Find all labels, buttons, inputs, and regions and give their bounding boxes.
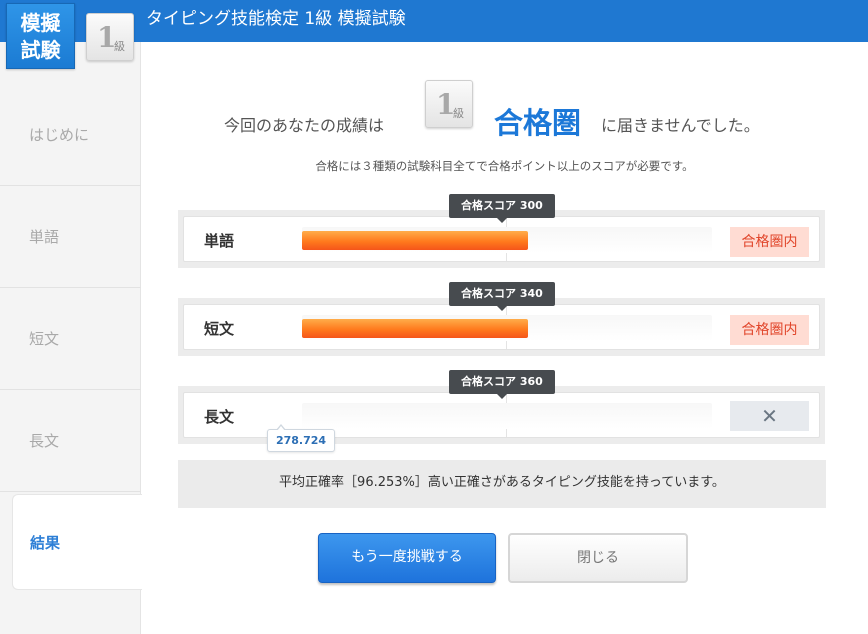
result-suffix: に届きませんでした。 (601, 116, 760, 135)
retry-button[interactable]: もう一度挑戦する (318, 533, 496, 583)
subject-label: 単語 (204, 232, 235, 250)
grade-badge: 1 級 (425, 80, 473, 128)
sidebar-item-short-text[interactable]: 短文 (0, 288, 141, 390)
score-track (302, 315, 712, 341)
result-status: 合格圏 (494, 106, 582, 140)
pass-requirement-note: 合格には３種類の試験科目全てで合格ポイント以上のスコアが必要です。 (315, 159, 694, 173)
pass-score-tooltip: 合格スコア 300 (449, 194, 555, 223)
sidebar-item-result[interactable]: 結果 (12, 494, 142, 590)
accuracy-summary: 平均正確率［96.253%］高い正確さがあるタイピング技能を持っています。 (178, 460, 826, 508)
score-track (302, 227, 712, 253)
close-icon[interactable]: ✕ (730, 401, 809, 431)
close-button[interactable]: 閉じる (508, 533, 688, 583)
sidebar-item-words[interactable]: 単語 (0, 186, 141, 288)
page-title: タイピング技能検定 1級 模擬試験 (146, 9, 406, 29)
subject-label: 短文 (204, 320, 235, 338)
result-prefix: 今回のあなたの成績は (224, 116, 385, 135)
pass-score-tooltip: 合格スコア 360 (449, 370, 555, 399)
subject-label: 長文 (204, 408, 235, 426)
user-score-tooltip: 278.724 (267, 424, 335, 452)
status-badge: 合格圏内 (730, 315, 809, 345)
grade-badge-header: 1 級 (86, 13, 134, 61)
pass-score-tooltip: 合格スコア 340 (449, 282, 555, 311)
score-bar (302, 231, 528, 250)
mock-exam-logo: 模擬 試験 (6, 3, 75, 69)
sidebar-item-long-text[interactable]: 長文 (0, 390, 141, 492)
score-bar (302, 319, 528, 338)
status-badge: 合格圏内 (730, 227, 809, 257)
score-track (302, 403, 712, 429)
